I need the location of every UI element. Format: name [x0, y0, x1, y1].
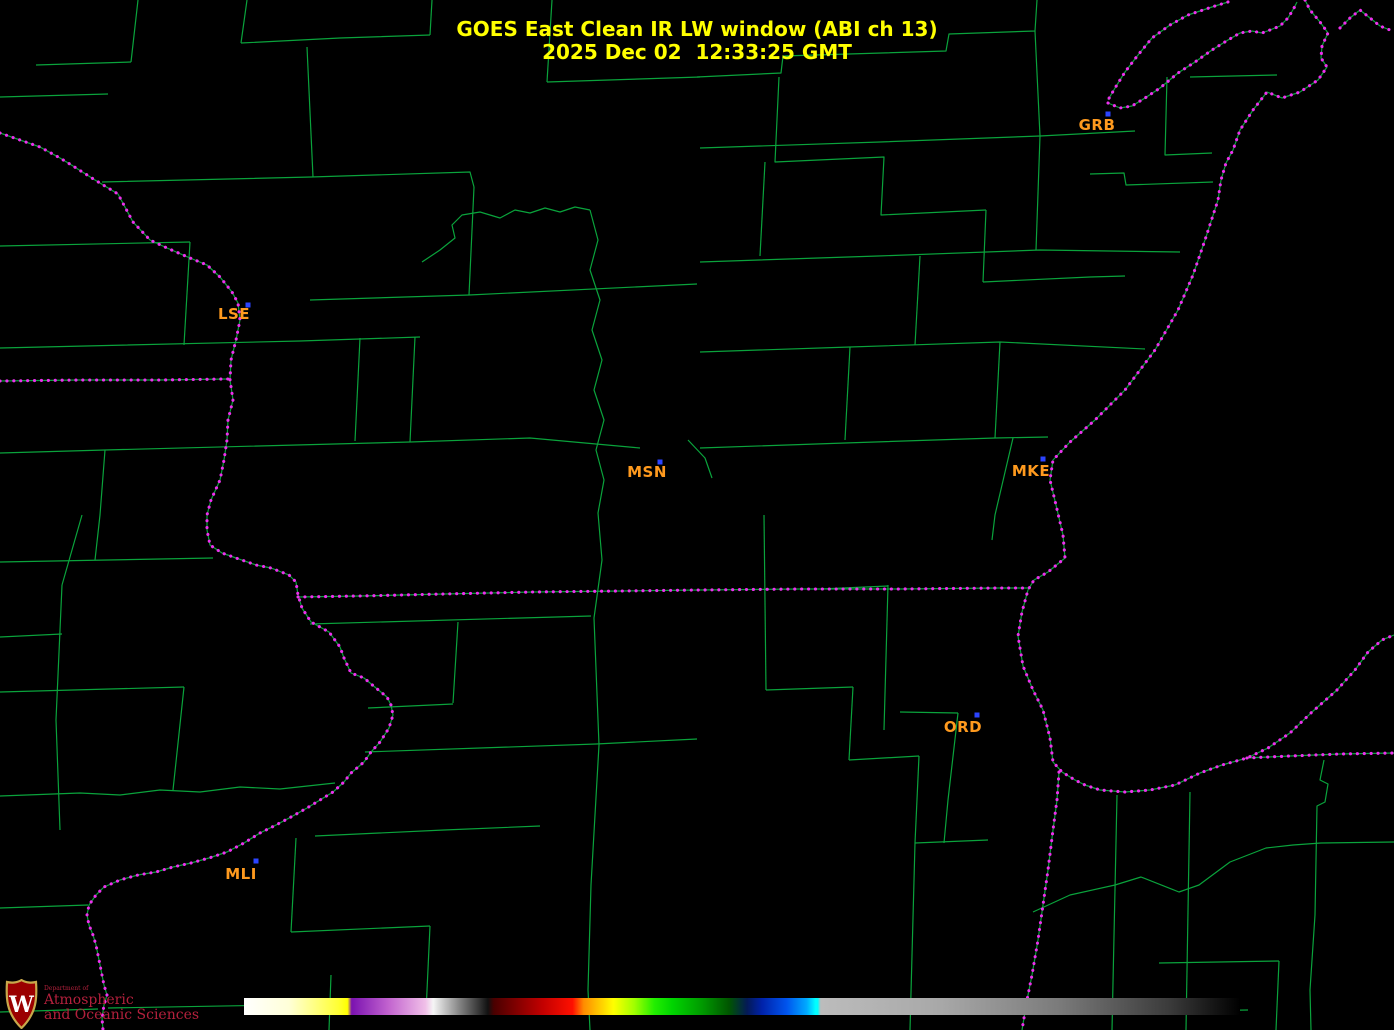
county-boundary-line [1309, 759, 1329, 1030]
county-boundary-line [844, 346, 851, 441]
county-boundary-line [409, 336, 416, 443]
station-label-grb: GRB [1078, 116, 1116, 134]
station-label-msn: MSN [627, 463, 667, 481]
county-boundary-line [1189, 74, 1278, 78]
county-boundary-line [1158, 960, 1280, 964]
county-boundary-line [0, 336, 421, 349]
county-boundary-line [1185, 791, 1191, 1030]
state-border-underline [0, 132, 394, 1030]
station-label-mli: MLI [225, 865, 257, 883]
county-boundary-line [982, 209, 987, 283]
county-boundary-line [914, 255, 921, 346]
county-boundary-line [314, 825, 541, 837]
county-boundary-line [172, 686, 185, 791]
county-boundary-line [699, 249, 1181, 263]
goes-satellite-viewer: GOES East Clean IR LW window (ABI ch 13)… [0, 0, 1394, 1030]
uw-aos-logo: W Department of Atmospheric and Oceanic … [5, 979, 199, 1029]
station-dot-mli [253, 858, 259, 864]
title-line-1: GOES East Clean IR LW window (ABI ch 13) [456, 17, 938, 41]
county-boundary-line [452, 621, 459, 704]
county-boundary-line [914, 755, 920, 844]
county-boundary-line [0, 93, 109, 98]
station-label-lse: LSE [217, 305, 251, 323]
county-boundary-line [587, 209, 605, 1030]
svg-text:W: W [8, 992, 34, 1018]
county-boundary-line [699, 436, 1049, 449]
county-boundary-line [759, 161, 766, 257]
county-boundary-line [364, 738, 698, 753]
station-dot-ord [974, 712, 980, 718]
county-boundary-line [104, 437, 641, 451]
county-boundary-line [848, 755, 920, 761]
county-boundary-line [1089, 172, 1214, 186]
image-title: GOES East Clean IR LW window (ABI ch 13)… [0, 18, 1394, 64]
county-boundary-line [699, 130, 1136, 149]
county-boundary-line [991, 437, 1014, 541]
county-boundary-line [309, 615, 592, 625]
logo-line-2: and Oceanic Sciences [44, 1007, 200, 1023]
county-boundary-line [421, 206, 591, 263]
satellite-map [0, 0, 1394, 1030]
ir-enhancement-colorbar [244, 998, 1240, 1015]
county-boundary-line [994, 341, 1001, 439]
title-line-2: 2025 Dec 02 12:33:25 GMT [542, 40, 852, 64]
county-boundary-line [0, 686, 185, 693]
county-boundary-line [290, 925, 431, 933]
county-boundary-line [1111, 794, 1118, 1030]
county-boundary-line [101, 171, 475, 188]
station-label-mke: MKE [1011, 462, 1051, 480]
county-boundary-line [1032, 841, 1394, 913]
station-label-ord: ORD [943, 718, 983, 736]
county-boundary-line [1164, 76, 1213, 156]
county-boundary-line [687, 439, 713, 479]
state-border-dotted-line [1245, 751, 1394, 760]
county-boundary-line [883, 584, 889, 731]
county-boundary-line [94, 449, 106, 561]
county-boundary-line [468, 283, 698, 296]
state-border-dotted-line [0, 131, 395, 1030]
county-boundary-line [914, 839, 989, 844]
county-boundary-line [309, 294, 470, 301]
county-boundary-line [899, 711, 959, 714]
county-boundary-line [774, 76, 987, 216]
county-boundary-line [468, 186, 475, 296]
county-boundary-line [0, 449, 106, 454]
state-border-underline [1017, 0, 1394, 793]
county-boundary-line [765, 686, 854, 691]
county-boundary-line [1275, 960, 1280, 1030]
county-boundary-line [763, 514, 767, 691]
station-dot-mke [1040, 456, 1046, 462]
county-boundary-line [306, 46, 314, 178]
state-border-dotted-line [1020, 770, 1061, 1030]
county-boundary-line [546, 76, 701, 83]
county-boundary-line [354, 337, 361, 442]
county-boundary-line [0, 782, 336, 797]
county-boundary-line [0, 557, 214, 563]
county-boundary-line [367, 703, 454, 709]
state-border-dotted-line [1016, 0, 1394, 794]
county-boundary-line [0, 904, 89, 909]
county-boundary-line [0, 633, 63, 638]
county-boundary-line [290, 837, 297, 933]
uw-crest-icon: W [5, 979, 38, 1029]
logo-line-1: Atmospheric [44, 992, 134, 1008]
county-boundary-line [982, 275, 1126, 283]
county-boundary-line [699, 341, 1146, 353]
state-border-dotted-line [296, 586, 1030, 599]
uw-aos-logo-text: Department of Atmospheric and Oceanic Sc… [44, 979, 199, 1023]
county-boundary-line [61, 514, 83, 586]
logo-dept-line: Department of [44, 985, 89, 992]
county-boundary-line [1035, 135, 1041, 251]
county-boundary-line [848, 686, 854, 761]
